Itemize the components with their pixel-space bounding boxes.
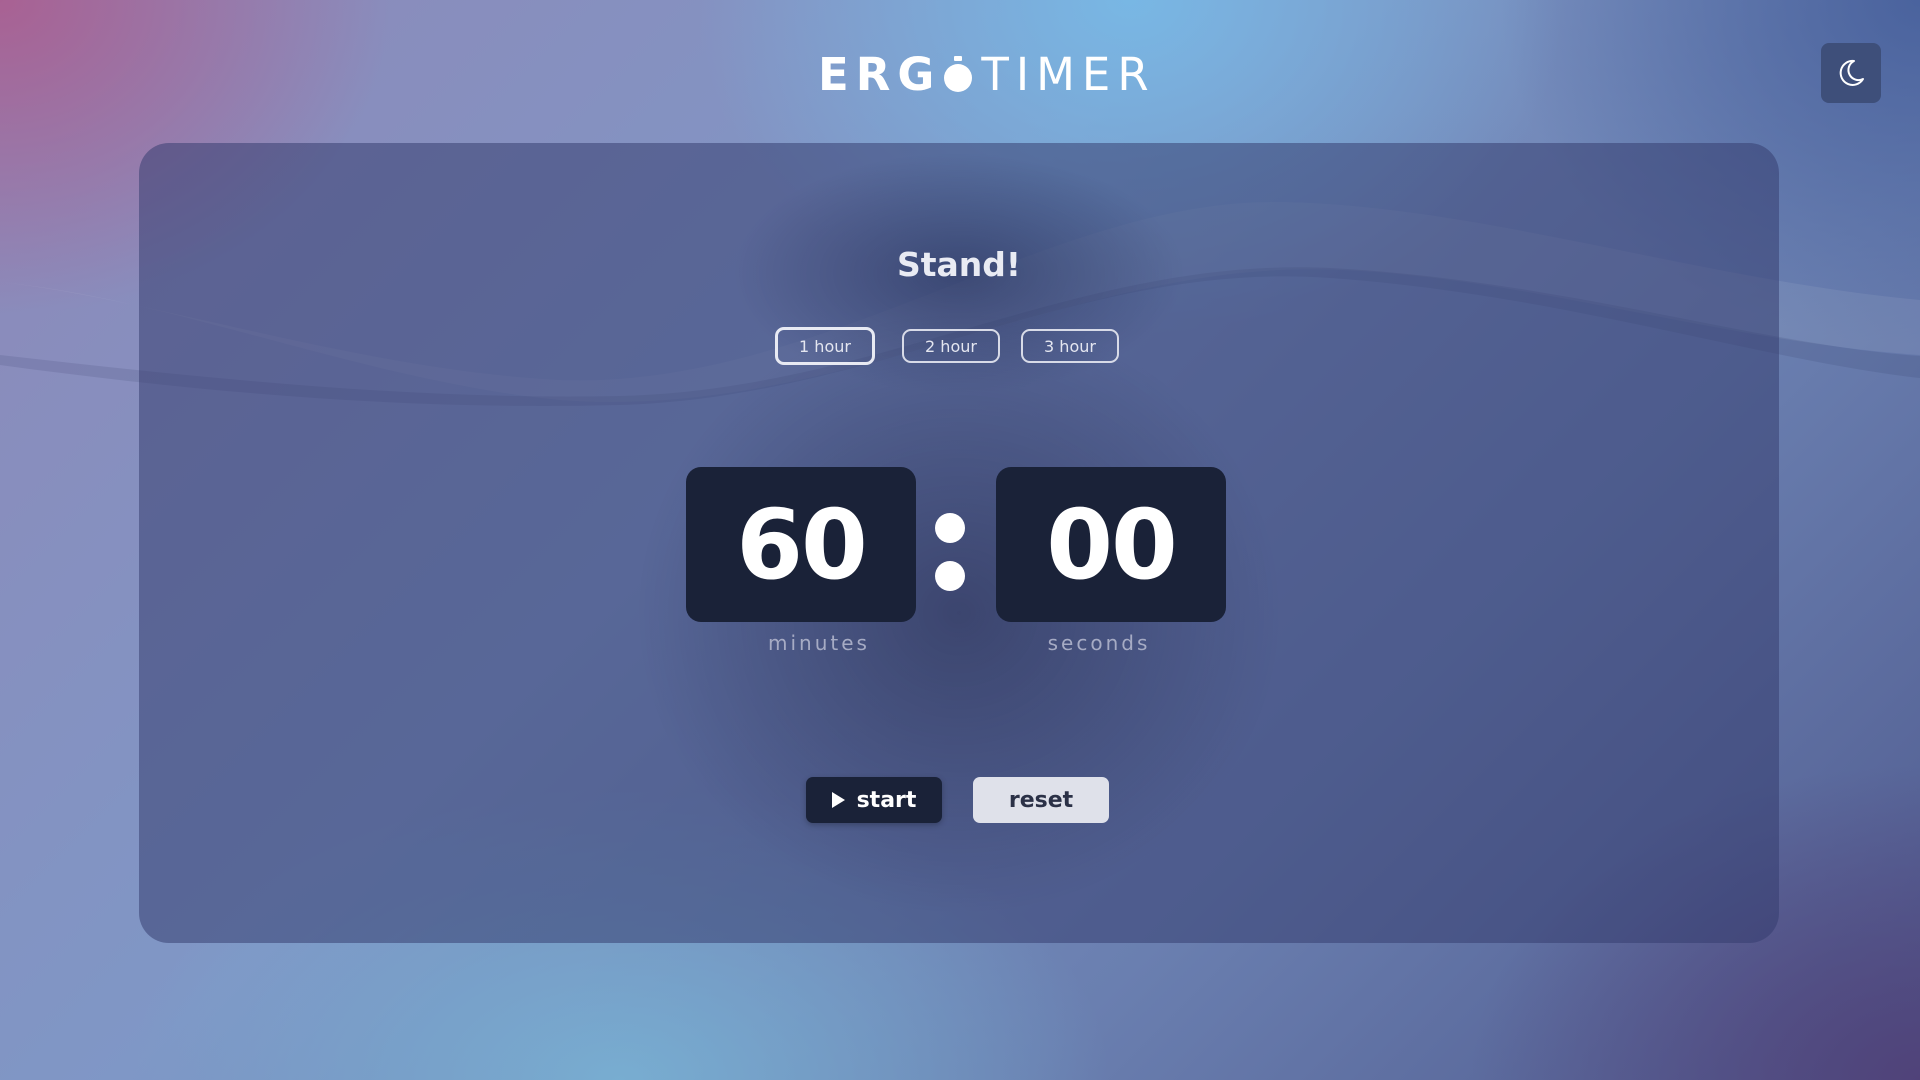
preset-group: 1 hour 2 hour 3 hour (139, 327, 1779, 369)
start-button-label: start (856, 787, 917, 813)
play-icon (831, 792, 845, 808)
timer-heading: Stand! (897, 245, 1021, 284)
reset-button-label: reset (1008, 787, 1074, 813)
logo-text-timer: TIMER (981, 47, 1156, 101)
app-logo: ERG TIMER (818, 44, 1156, 104)
moon-icon (1839, 59, 1864, 86)
minutes-label: minutes (768, 631, 870, 655)
preset-2-hour-button[interactable]: 2 hour (902, 329, 1000, 363)
start-button[interactable]: start (806, 777, 942, 823)
timer-controls: start reset (139, 777, 1779, 827)
app-header: ERG TIMER (0, 0, 1920, 145)
reset-button[interactable]: reset (973, 777, 1109, 823)
minutes-display: 60 (686, 467, 916, 622)
time-separator (935, 513, 965, 593)
preset-3-hour-button[interactable]: 3 hour (1021, 329, 1119, 363)
seconds-display: 00 (996, 467, 1226, 622)
seconds-label: seconds (1047, 631, 1151, 655)
preset-1-hour-button[interactable]: 1 hour (775, 327, 875, 365)
timer-display: 60 00 minutes seconds (139, 467, 1779, 667)
stopwatch-icon (944, 56, 973, 92)
theme-toggle-button[interactable] (1821, 43, 1881, 103)
timer-panel: Stand! 1 hour 2 hour 3 hour 60 00 minute… (139, 143, 1779, 943)
logo-text-erg: ERG (818, 47, 942, 101)
